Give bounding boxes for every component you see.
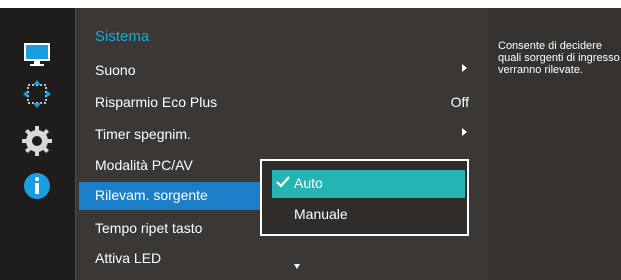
menu-item-label: Risparmio Eco Plus xyxy=(95,94,218,110)
gear-icon[interactable] xyxy=(21,125,53,157)
resize-icon[interactable] xyxy=(21,78,53,110)
system-menu: Sistema Suono Risparmio Eco Plus Off Tim… xyxy=(75,8,489,280)
menu-item-risparmio-eco-plus[interactable]: Risparmio Eco Plus Off xyxy=(76,89,488,117)
option-manuale[interactable]: Manuale xyxy=(272,201,465,229)
menu-item-label: Tempo ripet tasto xyxy=(95,220,203,236)
chevron-right-icon xyxy=(462,128,467,136)
menu-title: Sistema xyxy=(95,28,150,45)
category-rail xyxy=(0,8,75,280)
scroll-down-icon[interactable] xyxy=(294,264,300,269)
option-auto[interactable]: Auto xyxy=(272,170,465,198)
menu-item-attiva-led[interactable]: Attiva LED xyxy=(76,245,488,273)
menu-item-label: Suono xyxy=(95,62,136,78)
option-label: Auto xyxy=(294,175,323,191)
info-icon[interactable] xyxy=(21,170,53,202)
source-detection-submenu: Auto Manuale xyxy=(260,159,469,236)
help-panel: Consente di decidere quali sorgenti di i… xyxy=(488,8,621,280)
help-text: Consente di decidere quali sorgenti di i… xyxy=(498,40,620,76)
menu-item-suono[interactable]: Suono xyxy=(76,57,488,85)
menu-item-label: Rilevam. sorgente xyxy=(95,187,208,203)
monitor-icon[interactable] xyxy=(21,39,53,71)
checkmark-icon xyxy=(276,176,290,188)
option-label: Manuale xyxy=(294,206,348,222)
menu-item-timer-spegnim[interactable]: Timer spegnim. xyxy=(76,121,488,149)
menu-item-label: Timer spegnim. xyxy=(95,126,191,142)
menu-item-value: Off xyxy=(450,94,469,110)
menu-item-label: Modalità PC/AV xyxy=(95,157,193,173)
menu-item-label: Attiva LED xyxy=(95,250,162,266)
chevron-right-icon xyxy=(462,64,467,72)
